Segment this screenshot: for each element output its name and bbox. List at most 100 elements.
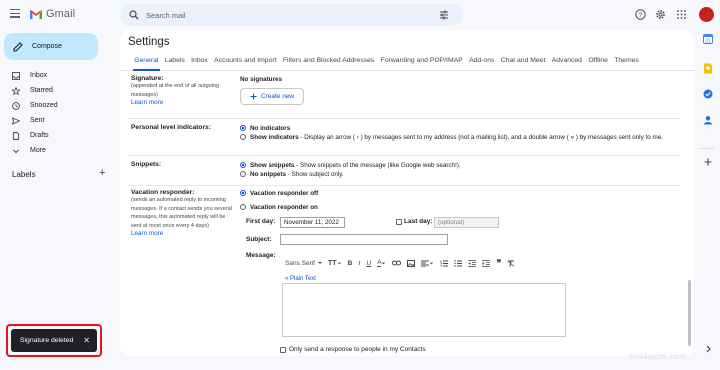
compose-button[interactable]: Compose <box>4 33 98 60</box>
sidebar-item-snoozed[interactable]: Snoozed <box>0 98 110 113</box>
remove-formatting-icon[interactable] <box>504 256 518 270</box>
show-indicators-text: Show indicators - Display an arrow ( › )… <box>250 133 663 142</box>
personal-indicators-label: Personal level indicators: <box>131 124 211 131</box>
search-input[interactable]: Search mail <box>146 11 186 20</box>
vacation-learn-more-link[interactable]: Learn more <box>131 230 235 237</box>
gmail-m-icon <box>30 9 42 19</box>
no-indicators-radio[interactable] <box>240 125 246 131</box>
top-bar: Gmail Search mail ? <box>0 0 720 30</box>
quote-icon[interactable]: ❞ <box>493 256 504 270</box>
scrollbar-thumb[interactable] <box>688 280 691 346</box>
plain-text-link[interactable]: « Plain Text <box>285 276 316 282</box>
close-icon[interactable]: ✕ <box>83 336 90 345</box>
sidebar-item-label: More <box>30 147 46 154</box>
chevron-down-icon <box>13 149 19 153</box>
get-addons-icon[interactable] <box>704 158 712 166</box>
vacation-label: Vacation responder: <box>131 189 195 196</box>
search-bar[interactable]: Search mail <box>120 4 463 26</box>
tab-forwarding[interactable]: Forwarding and POP/IMAP <box>378 55 466 70</box>
add-label-icon[interactable]: + <box>99 167 105 179</box>
sidebar-item-drafts[interactable]: Drafts <box>0 128 110 143</box>
no-snippets-text: No snippets - Show subject only. <box>250 170 344 179</box>
show-snippets-option[interactable]: Show snippets - Show snippets of the mes… <box>240 161 461 170</box>
no-snippets-option[interactable]: No snippets - Show subject only. <box>240 170 344 179</box>
numbered-list-icon[interactable] <box>437 256 451 270</box>
bulleted-list-icon[interactable] <box>451 256 465 270</box>
no-indicators-option[interactable]: No indicators <box>240 124 290 133</box>
vacation-on-label: Vacation responder on <box>250 204 318 211</box>
align-icon[interactable] <box>418 256 437 270</box>
show-snippets-text: Show snippets - Show snippets of the mes… <box>250 161 461 170</box>
tab-offline[interactable]: Offline <box>585 55 611 70</box>
font-family-select[interactable]: Sans Serif <box>282 256 325 270</box>
apps-grid-icon[interactable] <box>677 10 686 19</box>
link-icon[interactable] <box>389 256 404 270</box>
chevron-right-icon[interactable] <box>705 345 712 353</box>
tab-inbox[interactable]: Inbox <box>188 55 211 70</box>
sidebar-item-sent[interactable]: Sent <box>0 113 110 128</box>
sidebar-item-starred[interactable]: Starred <box>0 83 110 98</box>
last-day-checkbox[interactable] <box>396 219 402 225</box>
tab-general[interactable]: General <box>131 55 162 71</box>
settings-tabs: General Labels Inbox Accounts and Import… <box>120 55 694 71</box>
tab-accounts[interactable]: Accounts and Import <box>211 55 280 70</box>
show-indicators-label: Show indicators <box>250 134 299 141</box>
vacation-message-editor[interactable] <box>282 283 566 337</box>
snackbar: Signature deleted ✕ <box>11 329 97 352</box>
create-new-signature-button[interactable]: Create new <box>240 88 304 105</box>
font-family-value: Sans Serif <box>285 259 315 267</box>
snackbar-highlight: Signature deleted ✕ <box>6 324 102 357</box>
tab-advanced[interactable]: Advanced <box>549 55 586 70</box>
italic-icon[interactable]: I <box>355 256 363 270</box>
sidebar-item-inbox[interactable]: Inbox <box>0 68 110 83</box>
vacation-off-radio[interactable] <box>240 190 246 196</box>
account-avatar[interactable] <box>699 7 714 22</box>
image-icon[interactable] <box>404 256 418 270</box>
search-options-icon[interactable] <box>439 10 449 20</box>
gmail-logo[interactable]: Gmail <box>29 8 75 20</box>
only-contacts-label: Only send a response to people in my Con… <box>289 346 426 353</box>
bold-icon[interactable]: B <box>345 256 356 270</box>
tab-filters[interactable]: Filters and Blocked Addresses <box>280 55 378 70</box>
signature-value: No signatures <box>240 76 282 83</box>
search-icon[interactable] <box>129 10 139 20</box>
no-snippets-radio[interactable] <box>240 171 246 177</box>
help-icon[interactable]: ? <box>635 9 646 20</box>
font-size-icon[interactable]: TT <box>325 256 345 270</box>
message-label: Message: <box>246 252 276 259</box>
vacation-on-option[interactable]: Vacation responder on <box>240 203 318 212</box>
show-indicators-radio[interactable] <box>240 134 246 140</box>
tab-chat-meet[interactable]: Chat and Meet <box>498 55 549 70</box>
signature-learn-more-link[interactable]: Learn more <box>131 99 231 106</box>
main-menu-icon[interactable] <box>10 9 20 19</box>
vacation-off-label: Vacation responder off <box>250 190 319 197</box>
sidebar-item-more[interactable]: More <box>0 143 110 158</box>
tasks-icon[interactable] <box>703 89 713 99</box>
vacation-on-radio[interactable] <box>240 204 246 210</box>
inbox-icon <box>12 71 20 80</box>
tab-addons[interactable]: Add-ons <box>466 55 498 70</box>
calendar-icon[interactable]: 31 <box>703 34 713 44</box>
contacts-icon[interactable] <box>703 115 713 125</box>
only-contacts-option[interactable]: Only send a response to people in my Con… <box>280 346 426 353</box>
show-snippets-radio[interactable] <box>240 162 246 168</box>
tab-themes[interactable]: Themes <box>611 55 642 70</box>
subject-input[interactable] <box>280 234 448 245</box>
snippets-label: Snippets: <box>131 161 162 168</box>
create-new-label: Create new <box>260 93 295 100</box>
text-color-icon[interactable]: A <box>374 256 389 270</box>
gear-icon[interactable] <box>655 9 666 20</box>
vacation-off-option[interactable]: Vacation responder off <box>240 189 318 198</box>
only-contacts-checkbox[interactable] <box>280 346 286 353</box>
caret-down-icon <box>318 262 322 264</box>
last-day-input[interactable]: (optional) <box>434 217 499 228</box>
indent-more-icon[interactable] <box>479 256 493 270</box>
underline-icon[interactable]: U <box>363 256 374 270</box>
tab-labels[interactable]: Labels <box>162 55 188 70</box>
keep-icon[interactable] <box>703 63 713 74</box>
snackbar-message: Signature deleted <box>20 337 74 344</box>
indent-less-icon[interactable] <box>465 256 479 270</box>
show-indicators-option[interactable]: Show indicators - Display an arrow ( › )… <box>240 133 680 142</box>
first-day-input[interactable]: November 11, 2022 <box>280 217 345 228</box>
svg-text:31: 31 <box>705 39 711 45</box>
